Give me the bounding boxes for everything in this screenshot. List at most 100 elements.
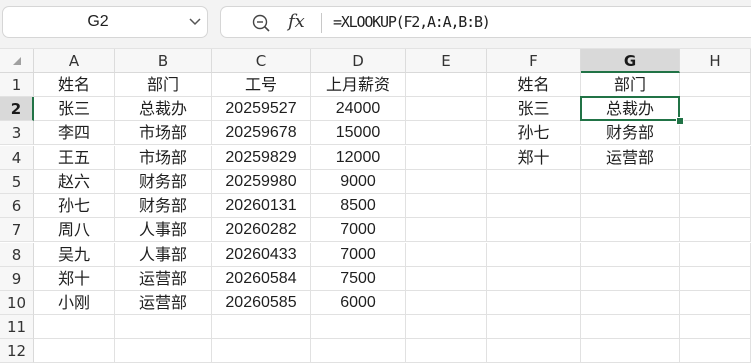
- cell-d1[interactable]: 上月薪资: [311, 73, 406, 98]
- cell-a12[interactable]: [34, 339, 115, 363]
- cell-d6[interactable]: 8500: [311, 194, 406, 219]
- cell-a6[interactable]: 孙七: [34, 194, 115, 219]
- cell-g10[interactable]: [581, 291, 680, 316]
- cell-a8[interactable]: 吴九: [34, 243, 115, 268]
- cell-b1[interactable]: 部门: [115, 73, 212, 98]
- cell-f4[interactable]: 郑十: [487, 146, 581, 171]
- cell-d3[interactable]: 15000: [311, 121, 406, 146]
- cell-f2[interactable]: 张三: [487, 97, 581, 122]
- cell-f8[interactable]: [487, 243, 581, 268]
- chevron-down-icon[interactable]: [189, 17, 201, 27]
- cell-g3[interactable]: 财务部: [581, 121, 680, 146]
- row-header-12[interactable]: 12: [0, 339, 34, 363]
- cell-d12[interactable]: [311, 339, 406, 363]
- row-header-9[interactable]: 9: [0, 267, 34, 292]
- cell-e2[interactable]: [406, 97, 487, 122]
- row-header-4[interactable]: 4: [0, 146, 34, 171]
- cell-f7[interactable]: [487, 218, 581, 243]
- fill-handle[interactable]: [676, 117, 684, 126]
- row-header-2[interactable]: 2: [0, 97, 34, 122]
- cell-b4[interactable]: 市场部: [115, 146, 212, 171]
- cell-d8[interactable]: 7000: [311, 243, 406, 268]
- cell-c12[interactable]: [212, 339, 311, 363]
- cell-c4[interactable]: 20259829: [212, 146, 311, 171]
- cell-h7[interactable]: [680, 218, 751, 243]
- cell-a11[interactable]: [34, 315, 115, 340]
- cell-h2[interactable]: [680, 97, 751, 122]
- cell-e5[interactable]: [406, 170, 487, 195]
- row-header-1[interactable]: 1: [0, 73, 34, 98]
- column-header-e[interactable]: E: [406, 49, 487, 73]
- row-header-6[interactable]: 6: [0, 194, 34, 219]
- row-header-10[interactable]: 10: [0, 291, 34, 316]
- cell-g12[interactable]: [581, 339, 680, 363]
- cell-c5[interactable]: 20259980: [212, 170, 311, 195]
- cell-b6[interactable]: 财务部: [115, 194, 212, 219]
- row-header-3[interactable]: 3: [0, 121, 34, 146]
- cell-b11[interactable]: [115, 315, 212, 340]
- cell-h11[interactable]: [680, 315, 751, 340]
- cell-g9[interactable]: [581, 267, 680, 292]
- cell-h1[interactable]: [680, 73, 751, 98]
- cell-a3[interactable]: 李四: [34, 121, 115, 146]
- spreadsheet-grid[interactable]: A B C D E F G H 1 姓名 部门 工号 上月薪资 姓名 部门 2 张三 总裁办 20259527 240…: [0, 49, 751, 363]
- cell-e10[interactable]: [406, 291, 487, 316]
- cell-a2[interactable]: 张三: [34, 97, 115, 122]
- cell-h5[interactable]: [680, 170, 751, 195]
- cell-f6[interactable]: [487, 194, 581, 219]
- cell-g4[interactable]: 运营部: [581, 146, 680, 171]
- cell-b5[interactable]: 财务部: [115, 170, 212, 195]
- cell-a7[interactable]: 周八: [34, 218, 115, 243]
- cell-b2[interactable]: 总裁办: [115, 97, 212, 122]
- cell-d5[interactable]: 9000: [311, 170, 406, 195]
- cell-d9[interactable]: 7500: [311, 267, 406, 292]
- cell-e6[interactable]: [406, 194, 487, 219]
- cell-d7[interactable]: 7000: [311, 218, 406, 243]
- select-all-corner[interactable]: [0, 49, 34, 73]
- cell-g8[interactable]: [581, 243, 680, 268]
- cell-b12[interactable]: [115, 339, 212, 363]
- column-header-f[interactable]: F: [487, 49, 581, 73]
- cell-f12[interactable]: [487, 339, 581, 363]
- cell-f10[interactable]: [487, 291, 581, 316]
- cell-d10[interactable]: 6000: [311, 291, 406, 316]
- formula-input[interactable]: =XLOOKUP(F2,A:A,B:B): [333, 7, 491, 37]
- cell-b9[interactable]: 运营部: [115, 267, 212, 292]
- cell-h3[interactable]: [680, 121, 751, 146]
- column-header-d[interactable]: D: [311, 49, 406, 73]
- cell-f3[interactable]: 孙七: [487, 121, 581, 146]
- column-header-a[interactable]: A: [34, 49, 115, 73]
- cell-f11[interactable]: [487, 315, 581, 340]
- cell-h6[interactable]: [680, 194, 751, 219]
- zoom-search-icon[interactable]: [251, 13, 271, 33]
- cell-e9[interactable]: [406, 267, 487, 292]
- column-header-b[interactable]: B: [115, 49, 212, 73]
- cell-h9[interactable]: [680, 267, 751, 292]
- cell-a4[interactable]: 王五: [34, 146, 115, 171]
- row-header-7[interactable]: 7: [0, 218, 34, 243]
- cell-f1[interactable]: 姓名: [487, 73, 581, 98]
- cell-e3[interactable]: [406, 121, 487, 146]
- cell-b7[interactable]: 人事部: [115, 218, 212, 243]
- cell-d11[interactable]: [311, 315, 406, 340]
- cell-h4[interactable]: [680, 146, 751, 171]
- cell-c6[interactable]: 20260131: [212, 194, 311, 219]
- cell-c3[interactable]: 20259678: [212, 121, 311, 146]
- cell-e1[interactable]: [406, 73, 487, 98]
- cell-d2[interactable]: 24000: [311, 97, 406, 122]
- cell-a1[interactable]: 姓名: [34, 73, 115, 98]
- cell-c1[interactable]: 工号: [212, 73, 311, 98]
- cell-a5[interactable]: 赵六: [34, 170, 115, 195]
- row-header-11[interactable]: 11: [0, 315, 34, 340]
- name-box[interactable]: G2: [2, 6, 208, 38]
- cell-f9[interactable]: [487, 267, 581, 292]
- cell-a9[interactable]: 郑十: [34, 267, 115, 292]
- cell-c9[interactable]: 20260584: [212, 267, 311, 292]
- cell-c7[interactable]: 20260282: [212, 218, 311, 243]
- column-header-g[interactable]: G: [581, 49, 680, 73]
- cell-e8[interactable]: [406, 243, 487, 268]
- cell-e4[interactable]: [406, 146, 487, 171]
- cell-b3[interactable]: 市场部: [115, 121, 212, 146]
- cell-g5[interactable]: [581, 170, 680, 195]
- cell-g11[interactable]: [581, 315, 680, 340]
